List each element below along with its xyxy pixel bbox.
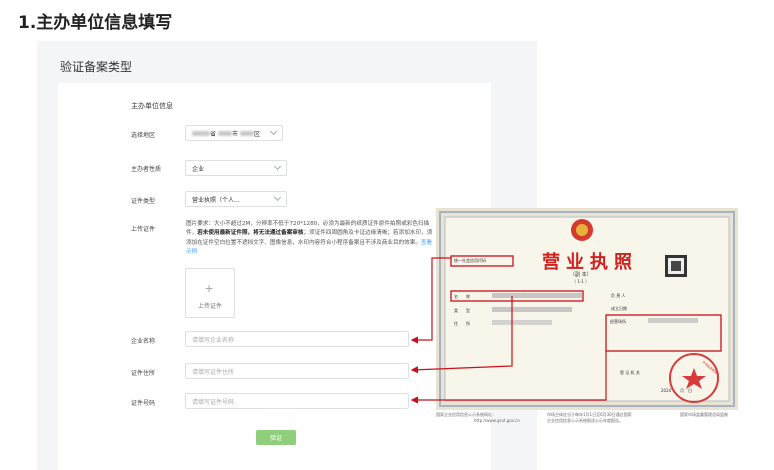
region-label: 选择地区 bbox=[131, 132, 156, 139]
region-district: 区 bbox=[240, 129, 260, 138]
footer-mid-2: 企业信用信息公示系统报送公示年度报告。 bbox=[547, 418, 623, 423]
cert-number-input[interactable]: 请填写证件号码 bbox=[185, 393, 409, 409]
plus-icon: + bbox=[205, 280, 214, 296]
region-province: 省 bbox=[192, 129, 216, 138]
section-title: 主办单位信息 bbox=[131, 102, 173, 110]
upload-button[interactable]: + 上传证件 bbox=[185, 268, 235, 318]
issue-month-day: 月 日 bbox=[680, 388, 692, 393]
verify-button[interactable]: 验证 bbox=[256, 430, 296, 445]
chevron-down-icon bbox=[269, 127, 278, 136]
cert-type-value: 营业执照（个人... bbox=[192, 196, 240, 204]
cert-type-select[interactable]: 营业执照（个人... bbox=[185, 191, 287, 207]
region-city: 市 bbox=[218, 129, 238, 138]
cert-address-input[interactable]: 请填写证件住所 bbox=[185, 363, 409, 379]
upload-hint-warning: 若未使用最新证件照，将无法通过备案审核 bbox=[197, 230, 304, 237]
license-copy-no: （ 1-1 ） bbox=[572, 279, 590, 284]
footer-right: 国家市场监督管理总局监制 bbox=[680, 412, 728, 417]
upload-label: 上传证件 bbox=[131, 226, 156, 233]
license-frame bbox=[436, 208, 738, 410]
issue-year: 2024 bbox=[661, 388, 672, 393]
cert-number-label: 证件号码 bbox=[131, 400, 156, 407]
cert-type-label: 证件类型 bbox=[131, 198, 156, 205]
form-card bbox=[58, 83, 491, 470]
footer-url: http://www.gsxt.gov.cn bbox=[474, 418, 520, 423]
upload-button-label: 上传证件 bbox=[197, 303, 222, 310]
nature-value: 企业 bbox=[192, 165, 205, 173]
license-subtitle: （副 本） bbox=[570, 272, 592, 278]
business-address-label: 经营场所 bbox=[610, 319, 626, 324]
license-name-label: 名 称 bbox=[454, 294, 470, 299]
nature-label: 主办者性质 bbox=[131, 166, 162, 173]
panel-title: 验证备案类型 bbox=[60, 60, 133, 74]
company-name-label: 企业名称 bbox=[131, 338, 156, 345]
company-name-input[interactable]: 请填写企业名称 bbox=[185, 331, 409, 347]
license-type-label: 类 型 bbox=[454, 308, 470, 313]
business-license-image: 营业执照 （副 本） （ 1-1 ） 统一社会信用代码 名 称 类 型 住 所 … bbox=[436, 208, 738, 430]
found-date-label: 成立日期 bbox=[611, 306, 627, 311]
chevron-down-icon bbox=[273, 162, 282, 171]
chevron-down-icon bbox=[273, 193, 282, 202]
upload-hint: 图片要求：大小不超过2M，分辨率不低于720*1280，必须为最新的纸质证件原件… bbox=[186, 221, 433, 256]
legal-rep-label: 负 责 人 bbox=[611, 293, 626, 298]
region-select[interactable]: 省 市 区 bbox=[185, 125, 283, 141]
page-title: 1.主办单位信息填写 bbox=[18, 13, 173, 33]
credit-code-label: 统一社会信用代码 bbox=[454, 258, 486, 263]
license-residence-label: 住 所 bbox=[454, 321, 470, 326]
nature-select[interactable]: 企业 bbox=[185, 160, 287, 176]
reg-authority-label: 登 记 机 关 bbox=[620, 370, 640, 375]
cert-address-label: 证件住所 bbox=[131, 370, 156, 377]
